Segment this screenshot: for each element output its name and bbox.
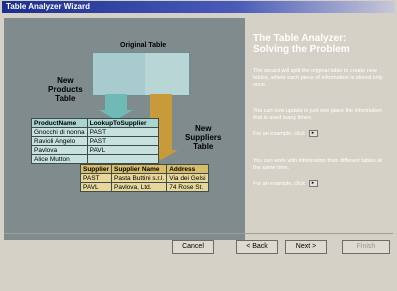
table-row: Alice Mutton bbox=[31, 154, 159, 164]
panel-paragraph-2: You can now update in just one place the… bbox=[253, 108, 382, 121]
table-cell: Gnocchi di nonna bbox=[31, 127, 88, 137]
table-cell: 74 Rose St. bbox=[166, 182, 209, 192]
table-cell: Via dei Gelsi bbox=[166, 173, 209, 183]
panel-title-line-1: The Table Analyzer: bbox=[253, 33, 347, 44]
table-cell: PAST bbox=[86, 136, 159, 146]
panel-title: The Table Analyzer: Solving the Problem bbox=[253, 33, 350, 55]
table-cell: PAST bbox=[86, 127, 159, 137]
window-title: Table Analyzer Wizard bbox=[2, 1, 395, 13]
column-header: Supplier Name bbox=[111, 164, 168, 174]
table-header-row: Supplier Supplier Name Address bbox=[79, 164, 209, 174]
table-cell: PAVL bbox=[86, 145, 159, 155]
column-header: ProductName bbox=[31, 118, 88, 128]
suppliers-table: Supplier Supplier Name Address PAST Past… bbox=[79, 164, 209, 192]
products-table: ProductName LookupToSupplier Gnocchi di … bbox=[31, 118, 159, 164]
back-button[interactable]: < Back bbox=[236, 240, 278, 254]
table-cell: Pavlova, Ltd. bbox=[111, 182, 168, 192]
table-row: PAST Pasta Buttini s.r.l. Via dei Gelsi bbox=[79, 173, 209, 183]
example-text-2: For an example, click bbox=[253, 180, 305, 187]
table-row: Gnocchi di nonna PAST bbox=[31, 127, 159, 137]
panel-title-line-2: Solving the Problem bbox=[253, 44, 350, 55]
table-cell: Pavlova bbox=[31, 145, 88, 155]
new-products-line-1: New bbox=[57, 76, 74, 85]
cancel-button[interactable]: Cancel bbox=[172, 240, 214, 254]
wizard-window: Table Analyzer Wizard Original Table New… bbox=[0, 0, 397, 291]
column-header: Supplier bbox=[79, 164, 113, 174]
table-cell: Ravioli Angelo bbox=[31, 136, 88, 146]
new-suppliers-line-1: New bbox=[195, 124, 212, 133]
new-suppliers-line-3: Table bbox=[193, 142, 214, 151]
new-products-line-2: Products bbox=[48, 85, 83, 94]
table-cell: PAVL bbox=[79, 182, 113, 192]
table-row: Pavlova PAVL bbox=[31, 145, 159, 155]
table-cell: Pasta Buttini s.r.l. bbox=[111, 173, 168, 183]
table-cell: PAST bbox=[79, 173, 113, 183]
table-cell bbox=[86, 154, 159, 164]
example-text-1: For an example, click bbox=[253, 130, 305, 137]
example-row-1: For an example, click ▸ bbox=[253, 130, 388, 138]
new-suppliers-label: New Suppliers Table bbox=[185, 124, 221, 151]
new-products-label: New Products Table bbox=[48, 76, 83, 103]
table-row: PAVL Pavlova, Ltd. 74 Rose St. bbox=[79, 182, 209, 192]
column-header: LookupToSupplier bbox=[86, 118, 159, 128]
example-button-2[interactable]: ▸ bbox=[308, 180, 318, 187]
panel-paragraph-1: The wizard will split the original table… bbox=[253, 68, 383, 88]
new-products-line-3: Table bbox=[55, 94, 76, 103]
new-suppliers-line-2: Suppliers bbox=[185, 133, 222, 142]
original-table-shade bbox=[93, 53, 145, 95]
original-table-graphic bbox=[92, 52, 190, 96]
table-row: Ravioli Angelo PAST bbox=[31, 136, 159, 146]
next-button[interactable]: Next > bbox=[285, 240, 327, 254]
original-table-label: Original Table bbox=[120, 42, 167, 49]
finish-button[interactable]: Finish bbox=[342, 240, 390, 254]
column-header: Address bbox=[166, 164, 209, 174]
separator bbox=[4, 233, 393, 234]
example-button-1[interactable]: ▸ bbox=[308, 130, 318, 137]
table-cell: Alice Mutton bbox=[31, 154, 88, 164]
table-header-row: ProductName LookupToSupplier bbox=[31, 118, 159, 128]
example-row-2: For an example, click ▸ bbox=[253, 180, 388, 188]
panel-paragraph-3: You can work with information from diffe… bbox=[253, 158, 383, 171]
